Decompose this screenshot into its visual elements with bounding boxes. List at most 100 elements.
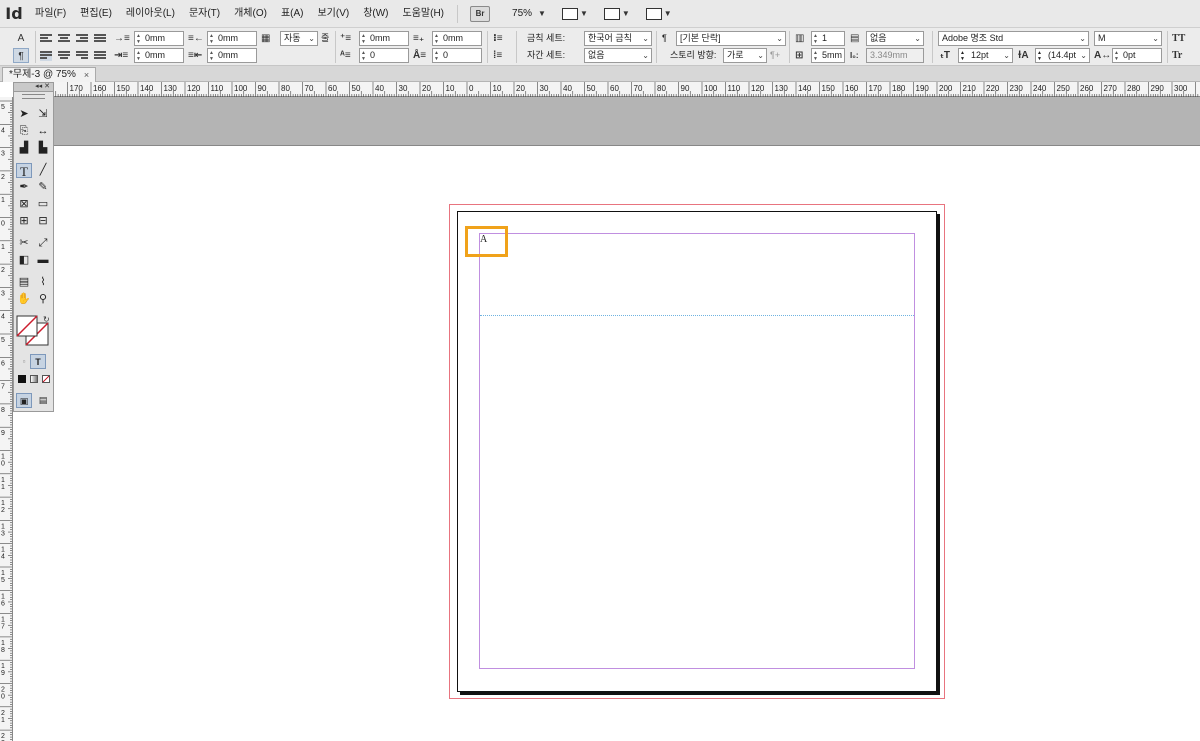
tools-panel-header[interactable]: ◂◂ ✕ xyxy=(14,83,53,92)
ruler-tick-label: 1 xyxy=(1,593,5,600)
chevron-down-icon: ⌄ xyxy=(1080,51,1087,60)
justify-right-icon[interactable] xyxy=(76,51,88,61)
rectangle-tool-icon[interactable]: ▭ xyxy=(35,197,51,212)
gutter-field[interactable]: ▲ ▼ 5mm xyxy=(811,48,845,63)
type-tool-icon[interactable]: T xyxy=(16,163,32,179)
menu-edit[interactable]: 편집(E) xyxy=(73,0,119,28)
collapse-icon[interactable]: ◂◂ xyxy=(35,83,42,90)
zoom-level-dropdown[interactable]: 75% ▼ xyxy=(512,8,546,19)
content-placer-icon[interactable]: ▙ xyxy=(35,141,51,156)
menu-type[interactable]: 문자(T) xyxy=(182,0,227,28)
bullets-list-icon[interactable]: ⁝≡ xyxy=(493,31,503,46)
right-indent-icon: ≡← xyxy=(188,33,204,44)
character-controls-button[interactable]: A xyxy=(13,31,29,46)
right-indent-field[interactable]: ▲ ▼ 0mm xyxy=(207,31,257,46)
view-options-button[interactable]: ▼ xyxy=(561,7,588,20)
bridge-button[interactable]: Br xyxy=(470,5,491,22)
zoom-tool-icon[interactable]: ⚲ xyxy=(35,292,51,307)
baseline-field[interactable]: 3.349mm xyxy=(866,48,924,63)
font-size-field[interactable]: ▲ ▼ 12pt ⌄ xyxy=(958,48,1013,63)
align-right-icon[interactable] xyxy=(76,34,88,44)
menu-table[interactable]: 표(A) xyxy=(274,0,311,28)
apply-none-icon[interactable] xyxy=(38,373,54,388)
columns-field[interactable]: ▲ ▼ 1 xyxy=(811,31,845,46)
note-tool-icon[interactable]: ▤ xyxy=(16,275,32,290)
gap-tool-icon[interactable]: ↔ xyxy=(35,124,51,139)
vertical-ruler[interactable]: 5432101234567891011121314151617181920212… xyxy=(0,97,13,741)
document-tab[interactable]: *무제-3 @ 75% × xyxy=(2,67,97,82)
ruler-tick-label: 1 xyxy=(1,244,5,251)
mojikumi-set-dropdown[interactable]: 없음 ⌄ xyxy=(584,48,652,63)
left-indent-field[interactable]: ▲ ▼ 0mm xyxy=(134,31,184,46)
line-tool-icon[interactable]: ╱ xyxy=(35,163,51,178)
dropcap-chars-field[interactable]: ▲ ▼ 0 xyxy=(432,48,482,63)
span-columns-dropdown[interactable]: 없음 ⌄ xyxy=(866,31,924,46)
menu-view[interactable]: 보기(V) xyxy=(310,0,356,28)
select-tool-icon[interactable]: ➤ xyxy=(16,107,32,122)
paragraph-controls-button[interactable]: ¶ xyxy=(13,48,29,63)
rectangle-frame-tool-icon[interactable]: ⊠ xyxy=(16,197,32,212)
space-before-field[interactable]: ▲ ▼ 0mm xyxy=(359,31,409,46)
gradient-feather-tool-icon[interactable]: ▬ xyxy=(35,253,51,268)
ruler-tick-label: 160 xyxy=(845,84,859,93)
auto-leading-dropdown[interactable]: 자동 ⌄ xyxy=(280,31,318,46)
pencil-tool-icon[interactable]: ✎ xyxy=(35,180,51,195)
ruler-tick-label: 200 xyxy=(939,84,953,93)
first-line-indent-field[interactable]: ▲ ▼ 0mm xyxy=(134,48,184,63)
horizontal-ruler[interactable]: 170 160 150 140 130 120 110 100 90 80 70 60 50 40 30 20… xyxy=(54,82,1200,97)
normal-view-icon[interactable]: ▣ xyxy=(16,393,32,408)
dropcap-lines-field[interactable]: ▲ ▼ 0 xyxy=(359,48,409,63)
leading-field[interactable]: ▲ ▼ (14.4pt ⌄ xyxy=(1035,48,1090,63)
eyedropper-tool-icon[interactable]: ⌇ xyxy=(35,275,51,290)
align-left-icon[interactable] xyxy=(40,34,52,44)
menu-file[interactable]: 파일(F) xyxy=(28,0,73,28)
align-center-icon[interactable] xyxy=(58,34,70,44)
menu-window[interactable]: 창(W) xyxy=(356,0,395,28)
close-icon[interactable]: × xyxy=(84,68,89,82)
font-family-dropdown[interactable]: Adobe 명조 Std ⌄ xyxy=(938,31,1089,46)
arrange-documents-button[interactable]: ▼ xyxy=(645,7,672,20)
grid-tool-icon[interactable]: ⊟ xyxy=(35,214,51,229)
baseline-shift-icon: I₀: xyxy=(850,51,859,60)
justify-all-icon[interactable] xyxy=(94,51,106,61)
menu-help[interactable]: 도움말(H) xyxy=(396,0,451,28)
align-towards-spine-icon[interactable] xyxy=(94,34,106,44)
pen-tool-icon[interactable]: ✒ xyxy=(16,180,32,195)
menu-object[interactable]: 개체(O) xyxy=(227,0,274,28)
ruler-tick-label: 110 xyxy=(211,84,224,93)
story-direction-dropdown[interactable]: 가로 ⌄ xyxy=(723,48,767,63)
screen-mode-icon xyxy=(603,7,620,20)
paragraph-style-dropdown[interactable]: [기본 단락] ⌄ xyxy=(676,31,786,46)
last-line-indent-field[interactable]: ▲ ▼ 0mm xyxy=(207,48,257,63)
document-tab-label: *무제-3 @ 75% xyxy=(9,69,76,80)
small-caps-button[interactable]: Tr xyxy=(1172,48,1182,63)
free-transform-tool-icon[interactable]: ⤢ xyxy=(35,236,51,251)
font-style-dropdown[interactable]: M ⌄ xyxy=(1094,31,1162,46)
dropcap-chars-icon: Å≡ xyxy=(413,50,427,61)
formatting-text-icon[interactable]: T xyxy=(30,354,46,369)
all-caps-button[interactable]: TT xyxy=(1172,31,1185,46)
numbered-list-icon[interactable]: ⁞≡ xyxy=(493,48,502,63)
kinsoku-set-dropdown[interactable]: 한국어 금칙 ⌄ xyxy=(584,31,652,46)
control-panel: A ¶ →≡ ▲ ▼ 0mm ⇥≡ ▲ ▼ 0mm ≡← ▲ ▼ 0mm ≡⇤ ▲ ▼ 0mm … xyxy=(0,28,1200,66)
justify-center-icon[interactable] xyxy=(58,51,70,61)
menu-layout[interactable]: 레이아웃(L) xyxy=(119,0,182,28)
space-after-field[interactable]: ▲ ▼ 0mm xyxy=(432,31,482,46)
scissors-tool-icon[interactable]: ✂ xyxy=(16,236,32,251)
fill-stroke-swatch[interactable]: ↻ xyxy=(16,315,52,349)
preview-mode-icon[interactable]: ▤ xyxy=(35,393,51,408)
panel-grip[interactable] xyxy=(22,94,45,99)
tracking-field[interactable]: ▲ ▼ 0pt xyxy=(1112,48,1162,63)
page-tool-icon[interactable]: ⎘ xyxy=(16,124,32,139)
direct-select-tool-icon[interactable]: ⇲ xyxy=(35,107,51,122)
gradient-swatch-tool-icon[interactable]: ◧ xyxy=(16,253,32,268)
content-collector-icon[interactable]: ▟ xyxy=(16,141,32,156)
clear-overrides-icon[interactable]: ¶+ xyxy=(770,48,780,63)
ruler-guide[interactable] xyxy=(480,315,914,316)
hand-tool-icon[interactable]: ✋ xyxy=(16,292,32,307)
table-tool-icon[interactable]: ⊞ xyxy=(16,214,32,229)
justify-left-icon[interactable] xyxy=(40,51,52,61)
close-icon[interactable]: ✕ xyxy=(44,83,50,90)
grid-align-icon: ▦ xyxy=(261,33,271,44)
screen-mode-button[interactable]: ▼ xyxy=(603,7,630,20)
